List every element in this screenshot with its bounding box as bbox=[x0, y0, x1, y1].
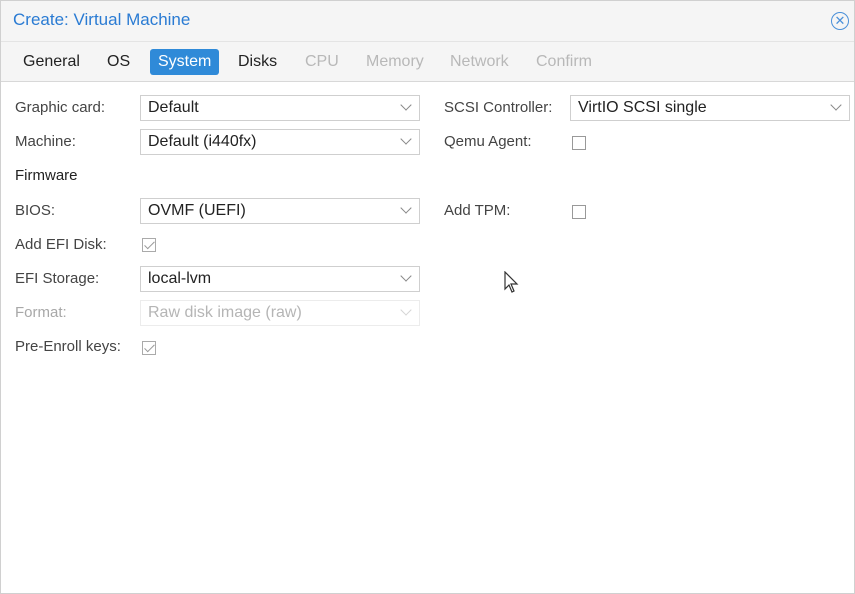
close-icon[interactable]: ✕ bbox=[831, 12, 849, 30]
tab-cpu: CPU bbox=[305, 53, 339, 70]
chevron-down-icon bbox=[400, 133, 412, 145]
bios-label: BIOS: bbox=[15, 202, 56, 219]
bios-select[interactable]: OVMF (UEFI) bbox=[140, 198, 420, 224]
add-efi-disk-label: Add EFI Disk: bbox=[15, 236, 107, 253]
graphic-card-value: Default bbox=[148, 99, 199, 116]
efi-storage-value: local-lvm bbox=[148, 270, 212, 287]
mouse-pointer-icon bbox=[504, 271, 519, 293]
chevron-down-icon bbox=[400, 270, 412, 282]
scsi-controller-value: VirtIO SCSI single bbox=[578, 99, 707, 116]
machine-select[interactable]: Default (i440fx) bbox=[140, 129, 420, 155]
create-vm-dialog: Create: Virtual Machine ✕ General OS Sys… bbox=[0, 0, 855, 594]
dialog-title: Create: Virtual Machine bbox=[13, 10, 191, 29]
chevron-down-icon bbox=[400, 304, 412, 316]
add-efi-disk-checkbox[interactable] bbox=[142, 238, 156, 252]
machine-value: Default (i440fx) bbox=[148, 133, 257, 150]
qemu-agent-checkbox[interactable] bbox=[572, 136, 586, 150]
tab-os[interactable]: OS bbox=[99, 49, 138, 75]
chevron-down-icon bbox=[400, 202, 412, 214]
tab-general[interactable]: General bbox=[15, 49, 88, 75]
tab-disks[interactable]: Disks bbox=[230, 49, 285, 75]
checkmark-icon bbox=[144, 238, 155, 250]
tab-confirm: Confirm bbox=[536, 53, 593, 70]
pre-enroll-keys-checkbox[interactable] bbox=[142, 341, 156, 355]
scsi-controller-select[interactable]: VirtIO SCSI single bbox=[570, 95, 850, 121]
add-tpm-checkbox[interactable] bbox=[572, 205, 586, 219]
tab-memory: Memory bbox=[366, 53, 424, 70]
efi-storage-select[interactable]: local-lvm bbox=[140, 266, 420, 292]
format-value: Raw disk image (raw) bbox=[148, 304, 302, 321]
graphic-card-label: Graphic card: bbox=[15, 99, 106, 116]
format-select: Raw disk image (raw) bbox=[140, 300, 420, 326]
add-tpm-label: Add TPM: bbox=[444, 202, 511, 219]
efi-storage-label: EFI Storage: bbox=[15, 270, 100, 287]
wizard-tabbar: General OS System Disks CPU Memory Netwo… bbox=[1, 42, 854, 82]
tab-network: Network bbox=[450, 53, 509, 70]
pre-enroll-keys-label: Pre-Enroll keys: bbox=[15, 338, 121, 355]
tab-system[interactable]: System bbox=[150, 49, 220, 75]
format-label: Format: bbox=[15, 304, 67, 321]
chevron-down-icon bbox=[830, 99, 842, 111]
dialog-header: Create: Virtual Machine ✕ bbox=[1, 1, 854, 42]
chevron-down-icon bbox=[400, 99, 412, 111]
graphic-card-select[interactable]: Default bbox=[140, 95, 420, 121]
bios-value: OVMF (UEFI) bbox=[148, 202, 246, 219]
machine-label: Machine: bbox=[15, 133, 76, 150]
checkmark-icon bbox=[144, 341, 155, 353]
qemu-agent-label: Qemu Agent: bbox=[444, 133, 532, 150]
firmware-heading: Firmware bbox=[15, 167, 78, 184]
scsi-controller-label: SCSI Controller: bbox=[444, 99, 553, 116]
